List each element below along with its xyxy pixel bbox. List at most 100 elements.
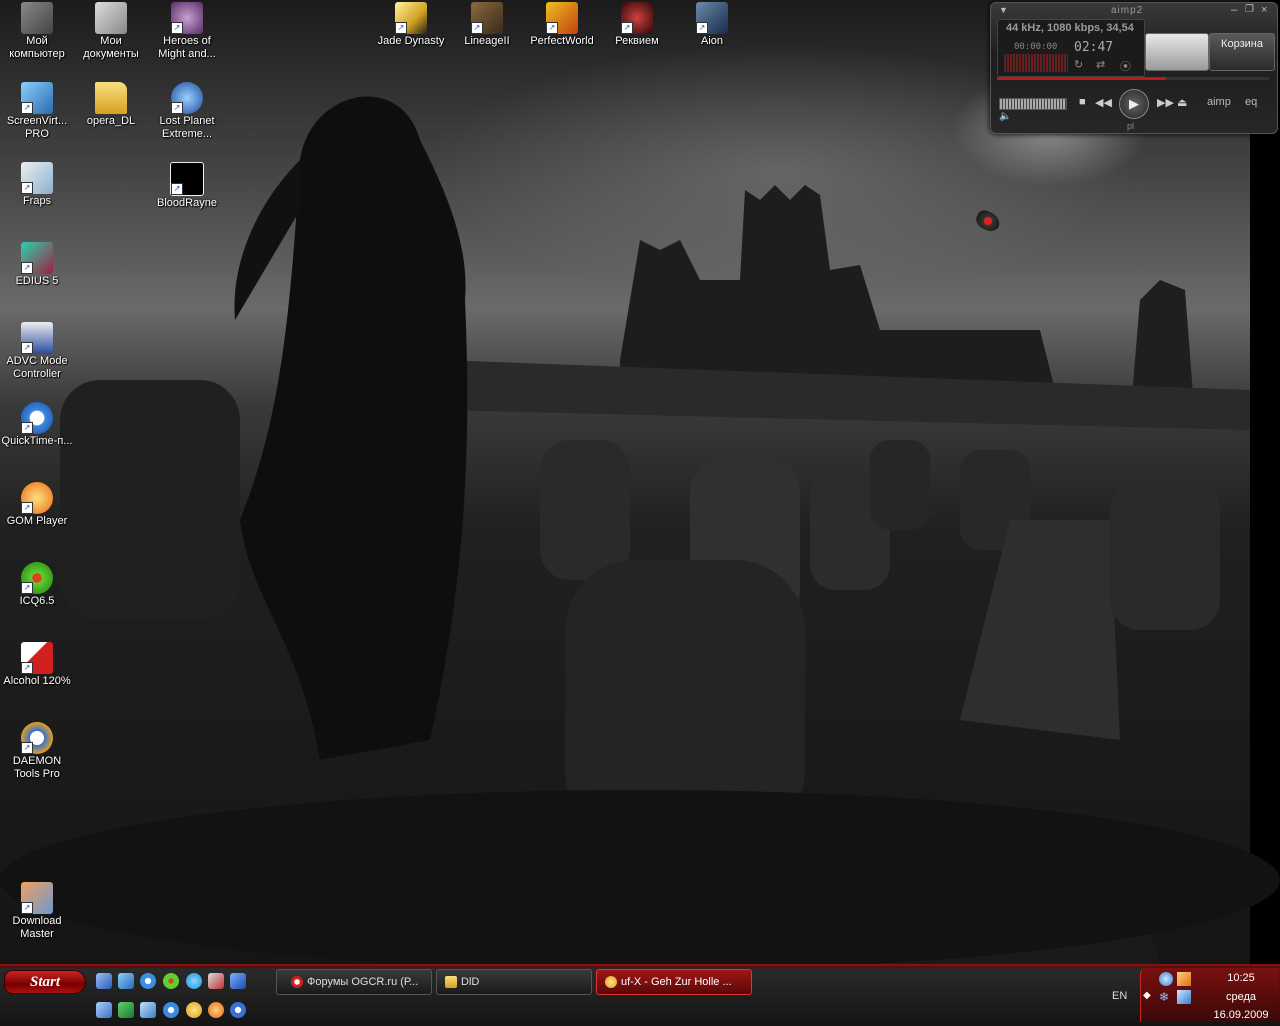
aimp-player-window[interactable]: ▼ aimp2 – ❐ × 44 kHz, 1080 kbps, 34,54 0… — [990, 2, 1278, 134]
tray-network-icon[interactable] — [1159, 972, 1173, 986]
quicktime-ql-icon[interactable] — [163, 1002, 179, 1018]
folder-icon — [445, 976, 457, 989]
tray-media-icon[interactable] — [1177, 972, 1191, 986]
taskbar-window-label: Форумы OGCR.ru (Р... — [307, 976, 419, 988]
desktop-icon-edius[interactable]: ↗ EDIUS 5 — [0, 242, 74, 288]
quicktime-icon: ↗ — [21, 402, 53, 434]
desktop-icon-perfect-world[interactable]: ↗ PerfectWorld — [525, 2, 599, 48]
aimp-basket-button[interactable]: Корзина — [1209, 33, 1275, 71]
aimp-basket-label: Корзина — [1221, 38, 1263, 50]
download-master-icon: ↗ — [21, 882, 53, 914]
aimp-radio-icon[interactable]: ⦿ — [1120, 58, 1131, 74]
media-ql-icon[interactable] — [230, 1002, 246, 1018]
desktop-icon-icq[interactable]: ↗ ICQ6.5 — [0, 562, 74, 608]
aimp-minimize-button[interactable]: – — [1231, 4, 1237, 16]
aimp-time-big: 02:47 — [1074, 40, 1114, 55]
aimp-progress-fill — [997, 77, 1166, 80]
desktop-icon-screenvirtuoso[interactable]: ↗ ScreenVirt... PRO — [0, 82, 74, 141]
folder-icon — [95, 82, 127, 114]
gom-ql-icon[interactable] — [208, 1002, 224, 1018]
aimp-shuffle-icon[interactable]: ⇄ — [1096, 58, 1105, 71]
desktop-icon-my-computer[interactable]: Мой компьютер — [0, 2, 74, 61]
icq-icon: ↗ — [21, 562, 53, 594]
desktop-icon-daemon-tools[interactable]: ↗ DAEMON Tools Pro — [0, 722, 74, 781]
aimp-restore-button[interactable]: ❐ — [1245, 4, 1254, 15]
aimp-vu-meter — [1145, 33, 1209, 71]
desktop-icon-opera-dl[interactable]: opera_DL — [74, 82, 148, 128]
daemon-tools-icon: ↗ — [21, 722, 53, 754]
aimp-close-button[interactable]: × — [1261, 4, 1267, 16]
icq-ql-icon[interactable] — [163, 973, 179, 989]
desktop-icon-lost-planet[interactable]: ↗ Lost Planet Extreme... — [150, 82, 224, 141]
aimp-menu-icon[interactable]: ▼ — [999, 5, 1008, 15]
clock-date: 16.09.2009 — [1213, 1009, 1269, 1021]
desktop-icon-aion[interactable]: ↗ Aion — [675, 2, 749, 48]
taskbar-window-aimp[interactable]: uf-X - Geh Zur Holle ... — [596, 969, 752, 995]
desktop-icon-jade-dynasty[interactable]: ↗ Jade Dynasty — [374, 2, 448, 48]
clock-time[interactable]: 10:25 — [1211, 972, 1271, 984]
aimp-next-button[interactable]: ▶▶ — [1157, 96, 1174, 109]
tray-display-icon[interactable] — [1177, 990, 1191, 1004]
aimp-volume-icon[interactable]: 🔈 — [999, 111, 1011, 122]
ql-icon-8[interactable] — [96, 1002, 112, 1018]
desktop-icon-label: Download Master — [12, 915, 62, 940]
desktop-icon-my-documents[interactable]: Мои документы — [74, 2, 148, 61]
desktop[interactable]: Мой компьютер Мои документы ↗ Heroes of … — [0, 0, 1280, 964]
aimp-icon — [605, 976, 617, 989]
aimp-eq-button[interactable]: eq — [1245, 96, 1257, 108]
aimp-display: 44 kHz, 1080 kbps, 34,54 00:00:00 02:47 … — [997, 19, 1145, 77]
desktop-icon-lineage[interactable]: ↗ LineageII — [450, 2, 524, 48]
maxthon-icon[interactable] — [230, 973, 246, 989]
desktop-icon-quicktime[interactable]: ↗ QuickTime-п... — [0, 402, 74, 448]
desktop-icon-gom-player[interactable]: ↗ GOM Player — [0, 482, 74, 528]
wallpaper-graveyard — [0, 0, 1280, 964]
desktop-icon-label: Fraps — [22, 195, 52, 207]
advc-icon: ↗ — [21, 322, 53, 354]
internet-explorer-icon[interactable] — [140, 973, 156, 989]
fraps-icon: ↗ — [21, 162, 53, 194]
lineage-ql-icon[interactable] — [118, 1002, 134, 1018]
desktop-icon-requiem[interactable]: ↗ Реквием — [600, 2, 674, 48]
clock-day: среда — [1225, 991, 1257, 1003]
desktop-icon-fraps[interactable]: ↗ Fraps — [0, 162, 74, 208]
desktop-icon-heroes[interactable]: ↗ Heroes of Might and... — [150, 2, 224, 61]
camera-icon[interactable] — [208, 973, 224, 989]
aimp-spectrum — [1004, 54, 1068, 72]
my-computer-icon — [21, 2, 53, 34]
aimp-prev-button[interactable]: ◀◀ — [1095, 96, 1112, 109]
screenvirtuoso-ql-icon[interactable] — [118, 973, 134, 989]
aimp-brand-label: aimp — [1207, 96, 1231, 108]
desktop-icon-alcohol[interactable]: ↗ Alcohol 120% — [0, 642, 74, 688]
aimp-ql-icon[interactable] — [186, 1002, 202, 1018]
tray-bluetooth-icon[interactable]: ❄ — [1159, 990, 1173, 1004]
desktop-icon-bloodrayne[interactable]: ↗ BloodRayne — [150, 162, 224, 210]
desktop-icon-label: Heroes of Might and... — [158, 35, 216, 60]
desktop-icon-download-master[interactable]: ↗ Download Master — [0, 882, 74, 941]
desktop-icon-label: Lost Planet Extreme... — [159, 115, 215, 140]
jade-dynasty-icon: ↗ — [395, 2, 427, 34]
edius-icon: ↗ — [21, 242, 53, 274]
taskbar-window-dld[interactable]: DlD — [436, 969, 592, 995]
desktop-icon-label: ScreenVirt... PRO — [6, 115, 68, 140]
aimp-play-button[interactable]: ▶ — [1119, 89, 1149, 119]
screenvirtuoso-icon: ↗ — [21, 82, 53, 114]
aimp-volume-slider[interactable] — [999, 98, 1067, 110]
start-button[interactable]: Start — [4, 970, 86, 994]
desktop-icon-label: Мои документы — [83, 35, 139, 60]
network-ql-icon[interactable] — [140, 1002, 156, 1018]
desktop-icon-label: Aion — [700, 35, 724, 47]
language-indicator[interactable]: EN — [1112, 990, 1127, 1002]
show-desktop-icon[interactable] — [96, 973, 112, 989]
aimp-progress-bar[interactable] — [997, 77, 1269, 80]
aimp-repeat-icon[interactable]: ↻ — [1074, 58, 1083, 71]
aimp-stop-button[interactable]: ■ — [1079, 96, 1086, 108]
skype-icon[interactable] — [186, 973, 202, 989]
desktop-icon-advc[interactable]: ↗ ADVC Mode Controller — [0, 322, 74, 381]
desktop-icon-label: Реквием — [615, 35, 659, 47]
aimp-playlist-toggle[interactable]: pl — [1127, 121, 1134, 131]
aimp-info-text: 44 kHz, 1080 kbps, 34,54 — [1006, 22, 1134, 34]
tray-chevron-icon[interactable]: ◆ — [1143, 990, 1151, 1001]
aimp-eject-button[interactable]: ⏏ — [1177, 96, 1187, 109]
desktop-icon-label: PerfectWorld — [530, 35, 594, 47]
taskbar-window-opera[interactable]: Форумы OGCR.ru (Р... — [276, 969, 432, 995]
